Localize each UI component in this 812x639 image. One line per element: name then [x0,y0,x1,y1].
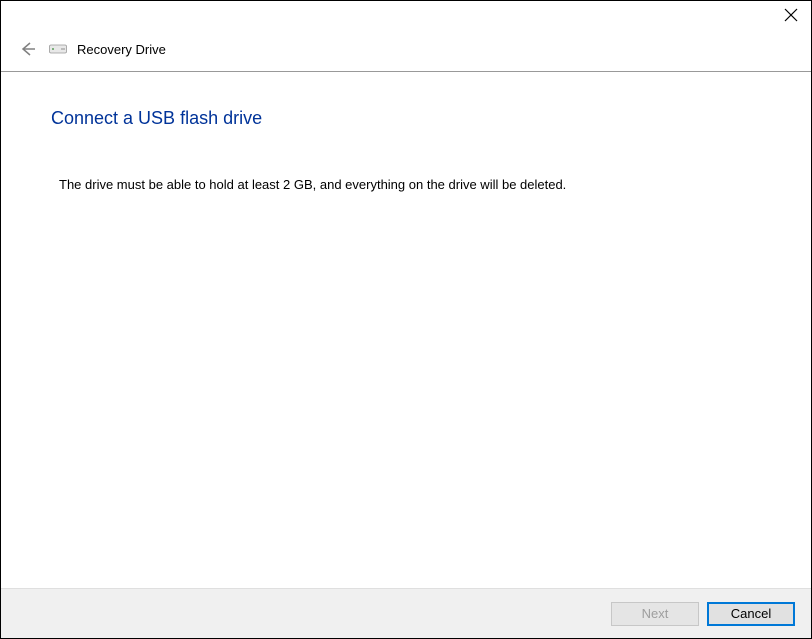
drive-icon [49,42,67,56]
titlebar [1,1,811,33]
content-area: Connect a USB flash drive The drive must… [1,72,811,192]
header-row: Recovery Drive [1,33,811,72]
close-icon [784,8,798,22]
next-button: Next [611,602,699,626]
footer: Next Cancel [1,588,811,638]
close-button[interactable] [783,7,799,23]
instruction-text: The drive must be able to hold at least … [51,177,761,192]
back-button[interactable] [15,37,39,61]
cancel-button[interactable]: Cancel [707,602,795,626]
back-arrow-icon [17,39,37,59]
wizard-title: Recovery Drive [77,42,166,57]
page-heading: Connect a USB flash drive [51,108,761,129]
